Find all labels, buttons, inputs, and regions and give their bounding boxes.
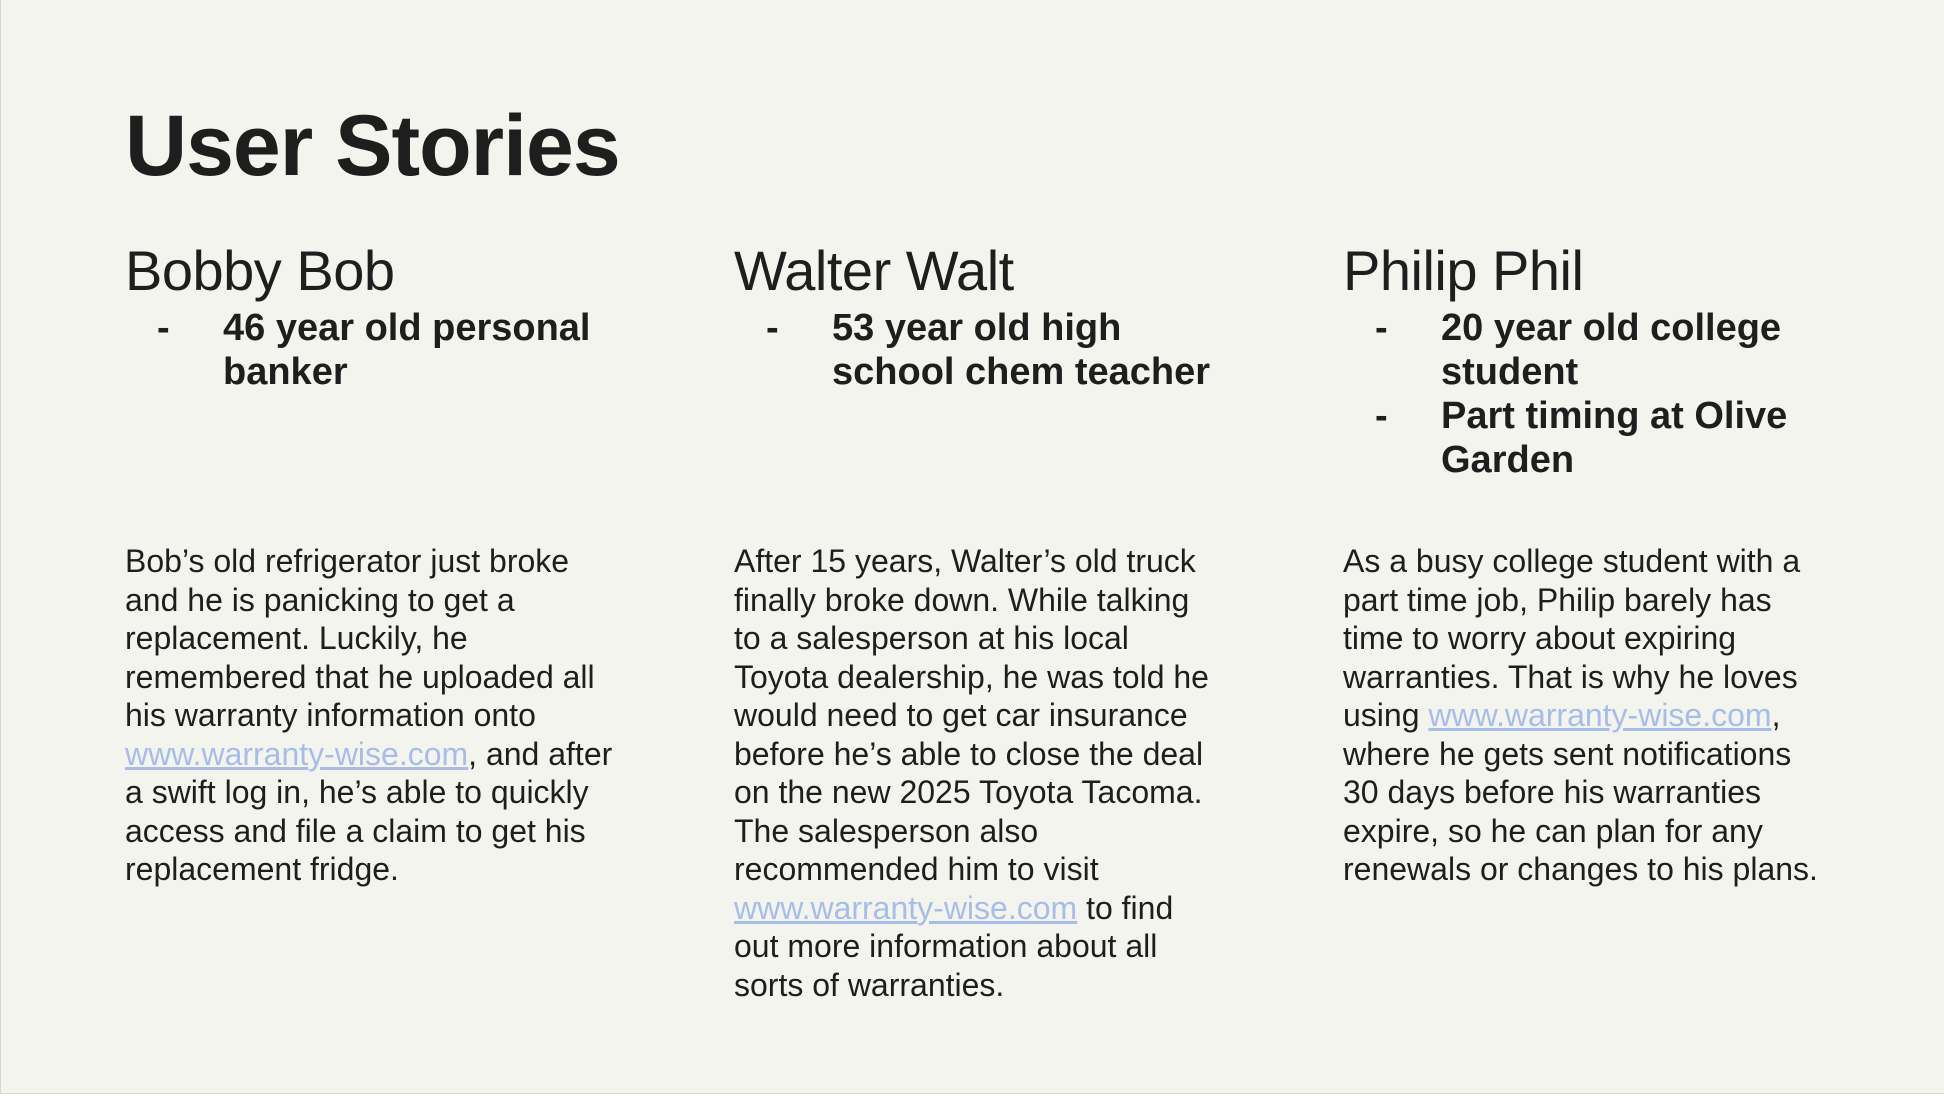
persona-traits: - 53 year old high school chem teacher — [734, 306, 1234, 542]
persona-name: Philip Phil — [1343, 239, 1584, 302]
persona-name: Bobby Bob — [125, 239, 395, 302]
bullet-dash: - — [157, 307, 170, 349]
page-title: User Stories — [125, 98, 621, 194]
bullet-dash: - — [1375, 395, 1388, 437]
persona-traits: - 46 year old personal banker — [125, 306, 625, 542]
warranty-wise-link[interactable]: www.warranty-wise.com — [125, 736, 468, 772]
slide: User Stories Bobby Bob - 46 year old per… — [0, 0, 1944, 1094]
trait-text: 53 year old high school chem teacher — [832, 307, 1211, 393]
persona-traits: - 20 year old college student - Part tim… — [1343, 306, 1843, 542]
bullet-dash: - — [766, 307, 779, 349]
persona-name: Walter Walt — [734, 239, 1014, 302]
trait-item: - Part timing at Olive Garden — [1343, 394, 1843, 482]
story-paragraph: After 15 years, Walter’s old truck final… — [734, 542, 1224, 1004]
bullet-dash: - — [1375, 307, 1388, 349]
warranty-wise-link[interactable]: www.warranty-wise.com — [734, 890, 1077, 926]
persona-column-walter: Walter Walt - 53 year old high school ch… — [734, 236, 1234, 1004]
trait-item: - 46 year old personal banker — [125, 306, 625, 394]
persona-column-philip: Philip Phil - 20 year old college studen… — [1343, 236, 1843, 889]
trait-item: - 20 year old college student — [1343, 306, 1843, 394]
persona-column-bobby: Bobby Bob - 46 year old personal banker … — [125, 236, 625, 889]
warranty-wise-link[interactable]: www.warranty-wise.com — [1428, 697, 1771, 733]
story-paragraph: Bob’s old refrigerator just broke and he… — [125, 542, 615, 889]
story-paragraph: As a busy college student with a part ti… — [1343, 542, 1833, 889]
trait-text: 46 year old personal banker — [223, 307, 591, 393]
story-text-before: After 15 years, Walter’s old truck final… — [734, 543, 1209, 887]
trait-text: 20 year old college student — [1441, 307, 1782, 393]
trait-item: - 53 year old high school chem teacher — [734, 306, 1234, 394]
trait-text: Part timing at Olive Garden — [1441, 395, 1788, 481]
story-text-before: Bob’s old refrigerator just broke and he… — [125, 543, 595, 733]
